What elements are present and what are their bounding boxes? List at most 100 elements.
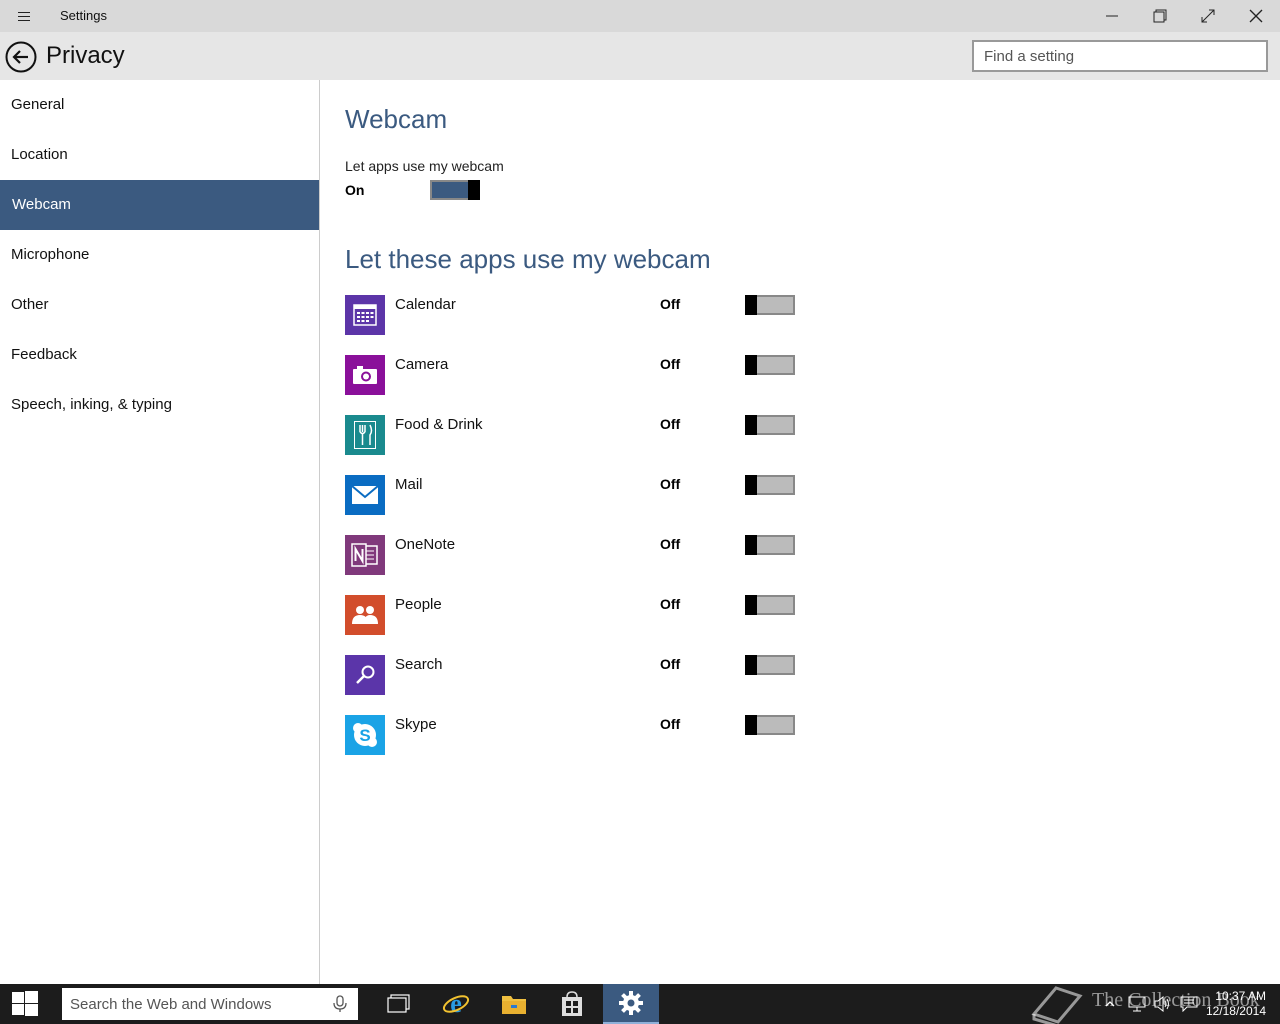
camera-icon bbox=[345, 355, 385, 395]
taskbar-clock[interactable]: 10:37 AM 12/18/2014 bbox=[1206, 989, 1266, 1019]
book-icon bbox=[1031, 986, 1083, 1024]
camera-webcam-toggle[interactable] bbox=[745, 355, 795, 375]
sidebar-item-microphone[interactable]: Microphone bbox=[0, 230, 319, 280]
search-app-icon bbox=[345, 655, 385, 695]
taskbar-store[interactable] bbox=[548, 984, 596, 1024]
app-name: Calendar bbox=[395, 296, 456, 313]
minimize-button[interactable] bbox=[1088, 0, 1136, 32]
food-drink-icon bbox=[345, 415, 385, 455]
expand-icon bbox=[1201, 9, 1215, 23]
app-name: Search bbox=[395, 656, 443, 673]
action-center-button[interactable] bbox=[1178, 984, 1200, 1024]
app-name: People bbox=[395, 596, 442, 613]
taskbar-internet-explorer[interactable]: e bbox=[432, 984, 480, 1024]
toggle-thumb bbox=[468, 180, 480, 200]
taskbar-search-input[interactable] bbox=[62, 988, 322, 1020]
svg-text:e: e bbox=[450, 990, 462, 1018]
master-toggle-state: On bbox=[345, 182, 365, 198]
taskbar-search bbox=[62, 988, 358, 1020]
section-heading: Webcam bbox=[345, 104, 448, 134]
show-hidden-icons-button[interactable] bbox=[1102, 984, 1118, 1024]
master-webcam-toggle[interactable] bbox=[430, 180, 480, 200]
people-webcam-toggle[interactable] bbox=[745, 595, 795, 615]
volume-tray-button[interactable] bbox=[1151, 984, 1173, 1024]
mail-webcam-toggle[interactable] bbox=[745, 475, 795, 495]
toggle-thumb bbox=[745, 535, 757, 555]
back-button[interactable] bbox=[5, 41, 37, 73]
restore-button[interactable] bbox=[1136, 0, 1184, 32]
find-setting-input[interactable] bbox=[972, 40, 1268, 72]
app-state: Off bbox=[660, 536, 681, 552]
people-icon bbox=[345, 595, 385, 635]
app-row-people: People Off bbox=[345, 595, 805, 635]
page-header: Privacy bbox=[0, 32, 1280, 80]
sidebar-item-speech[interactable]: Speech, inking, & typing bbox=[0, 380, 319, 430]
app-name: Food & Drink bbox=[395, 416, 483, 433]
skype-webcam-toggle[interactable] bbox=[745, 715, 795, 735]
sidebar-item-location[interactable]: Location bbox=[0, 130, 319, 180]
app-row-mail: Mail Off bbox=[345, 475, 805, 515]
restore-icon bbox=[1153, 9, 1167, 23]
app-state: Off bbox=[660, 296, 681, 312]
window-title: Settings bbox=[60, 8, 107, 23]
app-row-search: Search Off bbox=[345, 655, 805, 695]
sidebar-item-feedback[interactable]: Feedback bbox=[0, 330, 319, 380]
app-row-onenote: OneNote Off bbox=[345, 535, 805, 575]
app-state: Off bbox=[660, 596, 681, 612]
speaker-icon bbox=[1154, 996, 1169, 1012]
toggle-thumb bbox=[745, 415, 757, 435]
fullscreen-button[interactable] bbox=[1184, 0, 1232, 32]
toggle-thumb bbox=[745, 295, 757, 315]
network-icon bbox=[1128, 996, 1146, 1012]
hamburger-menu-icon[interactable] bbox=[10, 6, 38, 26]
microphone-icon[interactable] bbox=[332, 995, 348, 1013]
gear-icon bbox=[619, 991, 643, 1015]
mail-icon bbox=[345, 475, 385, 515]
food-drink-webcam-toggle[interactable] bbox=[745, 415, 795, 435]
main-content: Webcam Let apps use my webcam On Let the… bbox=[321, 80, 1280, 984]
back-arrow-icon bbox=[5, 41, 37, 73]
master-toggle-label: Let apps use my webcam bbox=[345, 158, 504, 174]
minimize-icon bbox=[1106, 15, 1118, 17]
onenote-webcam-toggle[interactable] bbox=[745, 535, 795, 555]
calendar-webcam-toggle[interactable] bbox=[745, 295, 795, 315]
apps-heading: Let these apps use my webcam bbox=[345, 244, 711, 274]
svg-text:S: S bbox=[359, 726, 370, 745]
sidebar-item-webcam[interactable]: Webcam bbox=[0, 180, 319, 230]
page-title: Privacy bbox=[46, 42, 125, 69]
folder-icon bbox=[502, 996, 526, 1014]
sidebar-item-general[interactable]: General bbox=[0, 80, 319, 130]
sidebar: General Location Webcam Microphone Other… bbox=[0, 80, 320, 984]
close-button[interactable] bbox=[1232, 0, 1280, 32]
app-state: Off bbox=[660, 356, 681, 372]
calendar-icon bbox=[345, 295, 385, 335]
start-button[interactable] bbox=[0, 984, 50, 1024]
toggle-thumb bbox=[745, 355, 757, 375]
app-row-food-drink: Food & Drink Off bbox=[345, 415, 805, 455]
toggle-thumb bbox=[745, 715, 757, 735]
windows-logo-icon bbox=[12, 991, 38, 1016]
taskbar: e The Collection Book 10:37 AM 12/ bbox=[0, 984, 1280, 1024]
network-tray-button[interactable] bbox=[1126, 984, 1148, 1024]
taskbar-settings[interactable] bbox=[603, 984, 659, 1024]
title-bar: Settings bbox=[0, 0, 1280, 32]
clock-date: 12/18/2014 bbox=[1205, 1004, 1266, 1018]
task-view-icon bbox=[387, 994, 410, 1013]
taskbar-file-explorer[interactable] bbox=[490, 984, 538, 1024]
close-icon bbox=[1249, 9, 1263, 23]
app-name: Skype bbox=[395, 716, 437, 733]
store-icon bbox=[562, 991, 582, 1016]
internet-explorer-icon: e bbox=[442, 990, 470, 1018]
app-name: Camera bbox=[395, 356, 449, 373]
clock-time: 10:37 AM bbox=[1215, 989, 1266, 1003]
toggle-thumb bbox=[745, 655, 757, 675]
app-state: Off bbox=[660, 656, 681, 672]
action-center-icon bbox=[1180, 996, 1198, 1012]
onenote-icon bbox=[345, 535, 385, 575]
task-view-button[interactable] bbox=[375, 984, 423, 1024]
toggle-thumb bbox=[745, 475, 757, 495]
search-webcam-toggle[interactable] bbox=[745, 655, 795, 675]
sidebar-item-other[interactable]: Other bbox=[0, 280, 319, 330]
app-state: Off bbox=[660, 716, 681, 732]
toggle-thumb bbox=[745, 595, 757, 615]
